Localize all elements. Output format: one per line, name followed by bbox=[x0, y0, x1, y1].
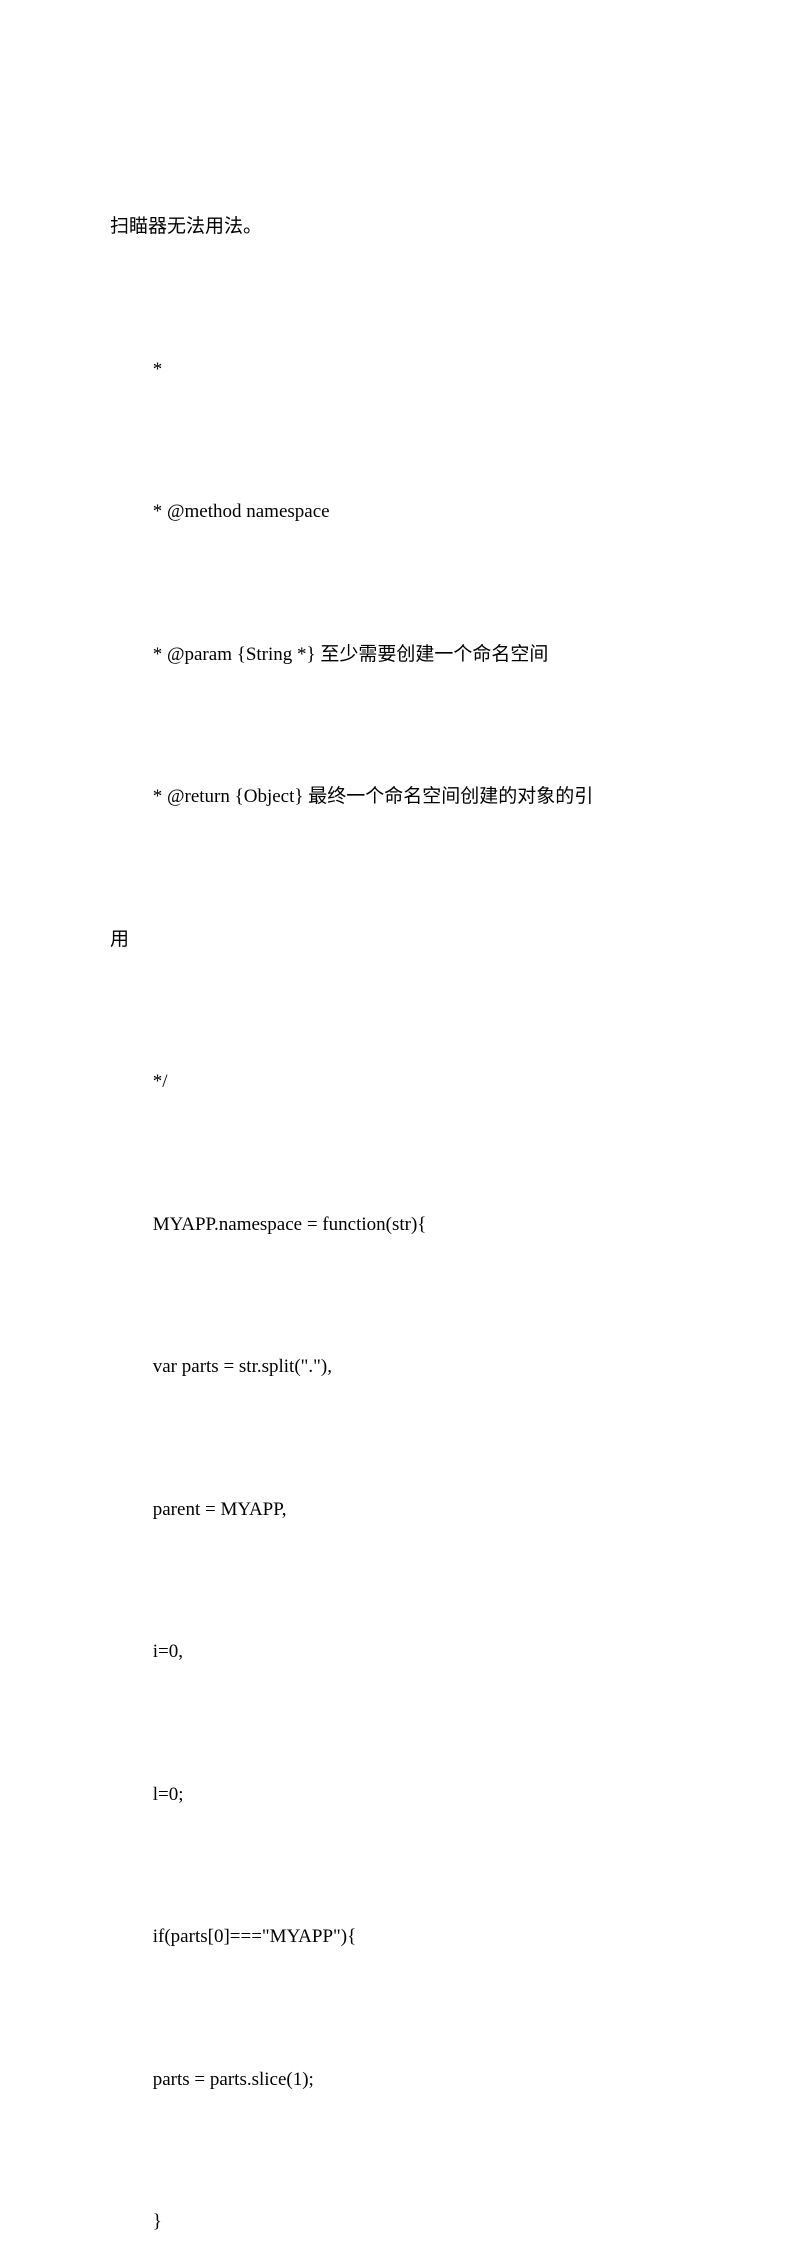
text-line: * bbox=[110, 346, 690, 394]
text-line: if(parts[0]==="MYAPP"){ bbox=[110, 1913, 690, 1961]
text-line: * @return {Object} 最终一个命名空间创建的对象的引 bbox=[110, 773, 690, 821]
text-line: * @param {String *} 至少需要创建一个命名空间 bbox=[110, 631, 690, 679]
text-line: MYAPP.namespace = function(str){ bbox=[110, 1201, 690, 1249]
text-line: l=0; bbox=[110, 1771, 690, 1819]
text-line: i=0, bbox=[110, 1628, 690, 1676]
text-line: * @method namespace bbox=[110, 488, 690, 536]
text-line: 扫瞄器无法用法。 bbox=[110, 203, 690, 251]
text-line: parts = parts.slice(1); bbox=[110, 2056, 690, 2104]
text-line: var parts = str.split("."), bbox=[110, 1343, 690, 1391]
text-line: parent = MYAPP, bbox=[110, 1486, 690, 1534]
document-content: 扫瞄器无法用法。 * * @method namespace * @param … bbox=[110, 108, 690, 2264]
text-line: */ bbox=[110, 1058, 690, 1106]
text-line: 用 bbox=[110, 916, 690, 964]
text-line: } bbox=[110, 2198, 690, 2246]
